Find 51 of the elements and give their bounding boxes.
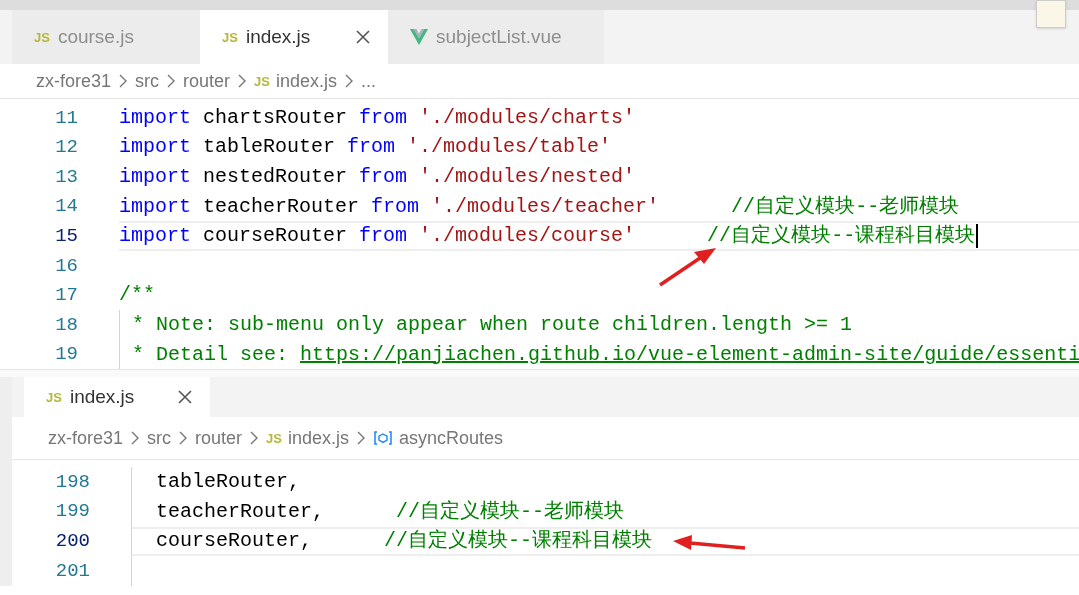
editor-tab[interactable]: JS course.js <box>12 10 200 64</box>
code-line: /** <box>119 285 155 306</box>
annotation-arrow <box>659 248 716 287</box>
code-line: teacherRouter, //自定义模块--老师模块 <box>155 501 625 522</box>
horizontal-scrollbar[interactable] <box>0 369 1079 378</box>
editor-tab[interactable]: subjectList.vue <box>388 10 604 64</box>
text-cursor <box>976 224 979 249</box>
breadcrumb-item[interactable]: src <box>135 67 160 95</box>
code-line: * Note: sub-menu only appear when route children.length >= 1 <box>131 314 853 335</box>
code-line: import teacherRouter from './modules/teacher' //自定义模块--老师模块 <box>119 196 960 217</box>
file-type-label: JS <box>222 30 238 44</box>
line-number: 12 <box>54 135 78 161</box>
line-number: 15 <box>54 223 78 249</box>
variable-icon <box>373 430 393 447</box>
breadcrumb-item[interactable]: index.js <box>288 424 349 452</box>
breadcrumb-item[interactable]: src <box>147 424 172 452</box>
line-number: 18 <box>54 312 78 338</box>
code-line: tableRouter, <box>155 472 301 493</box>
code-line: import nestedRouter from './modules/nested' <box>119 167 636 187</box>
line-number: 14 <box>54 194 78 220</box>
breadcrumb-item[interactable]: ... <box>361 67 377 95</box>
line-number: 201 <box>54 558 90 584</box>
close-icon[interactable] <box>178 390 192 405</box>
breadcrumb-item[interactable]: router <box>183 67 231 95</box>
line-number: 17 <box>54 283 78 309</box>
breadcrumb-item[interactable]: asyncRoutes <box>399 424 504 452</box>
line-number: 16 <box>54 253 78 279</box>
line-number: 19 <box>54 342 78 368</box>
code-line: import chartsRouter from './modules/charts' <box>119 107 636 128</box>
vue-file-icon <box>410 29 428 45</box>
line-number: 11 <box>54 105 78 131</box>
code-line: import tableRouter from './modules/table' <box>119 137 612 158</box>
editor-tab[interactable]: JS index.js <box>24 377 210 418</box>
breadcrumb-item[interactable]: zx-fore31 <box>36 67 112 95</box>
file-type-label: JS <box>266 431 282 445</box>
breadcrumb-item[interactable]: router <box>195 424 243 452</box>
code-line: courseRouter, //自定义模块--课程科目模块 <box>155 531 653 552</box>
breadcrumb-item[interactable]: zx-fore31 <box>48 424 124 452</box>
thumbnail-preview[interactable] <box>1036 0 1066 28</box>
line-number: 199 <box>54 499 90 525</box>
file-type-label: JS <box>34 30 50 44</box>
line-number: 13 <box>54 164 78 190</box>
file-type-label: JS <box>46 390 62 404</box>
close-icon[interactable] <box>356 30 370 44</box>
line-number: 198 <box>54 469 90 495</box>
breadcrumb-item[interactable]: index.js <box>276 67 337 95</box>
code-line: import courseRouter from './modules/course' //自定义模块--课程科目模块 <box>119 226 976 247</box>
file-type-label: JS <box>254 74 270 88</box>
code-line: * Detail see: https://panjiachen.github.io/vue-element-admin-site/guide/essenti <box>131 344 1079 365</box>
editor-tab[interactable]: JS index.js <box>200 10 388 64</box>
line-number: 200 <box>54 529 90 555</box>
